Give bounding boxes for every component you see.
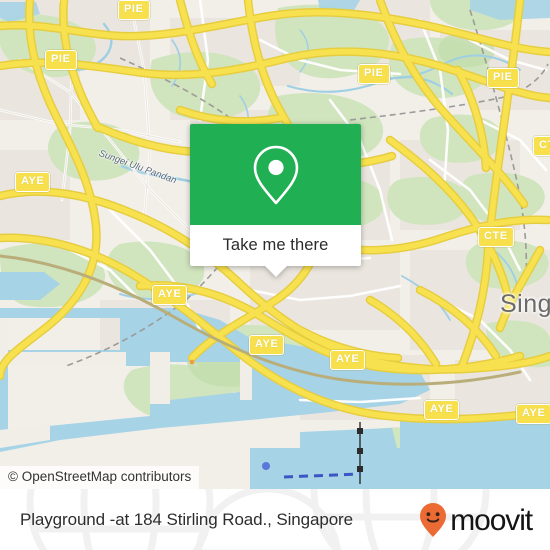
highway-shield-aye: AYE [249,335,285,355]
take-me-there-card[interactable]: Take me there [190,124,361,277]
highway-shield-pie: PIE [358,64,390,84]
highway-shield-cte: CTE [478,227,514,247]
moovit-logo[interactable]: moovit [418,502,533,538]
city-label-singapore: Singa [500,290,550,318]
card-image-area [190,124,361,225]
moovit-map-screenshot: PIE PIE PIE PIE CTE CTE AYE AYE AYE AYE … [0,0,550,550]
highway-shield-aye: AYE [424,400,460,420]
highway-shield-aye: AYE [330,350,366,370]
map-canvas[interactable]: PIE PIE PIE PIE CTE CTE AYE AYE AYE AYE … [0,0,550,489]
moovit-wordmark: moovit [450,503,533,537]
highway-shield-pie: PIE [118,0,150,20]
highway-shield-pie: PIE [45,50,77,70]
highway-shield-pie: PIE [487,68,519,88]
highway-shield-aye: AYE [15,172,51,192]
highway-shield-aye: AYE [516,404,550,424]
card-pointer-tail [264,266,287,277]
take-me-there-label: Take me there [222,236,329,255]
place-title: Playground -at 184 Stirling Road., Singa… [20,509,353,529]
footer-bar: Playground -at 184 Stirling Road., Singa… [0,489,550,550]
map-pin-icon [253,145,298,204]
moovit-smiley-pin-icon [420,502,447,537]
osm-attribution[interactable]: © OpenStreetMap contributors [0,466,200,489]
highway-shield-aye: AYE [152,285,188,305]
highway-shield-cte: CTE [533,136,550,156]
card-action-area[interactable]: Take me there [190,225,361,277]
